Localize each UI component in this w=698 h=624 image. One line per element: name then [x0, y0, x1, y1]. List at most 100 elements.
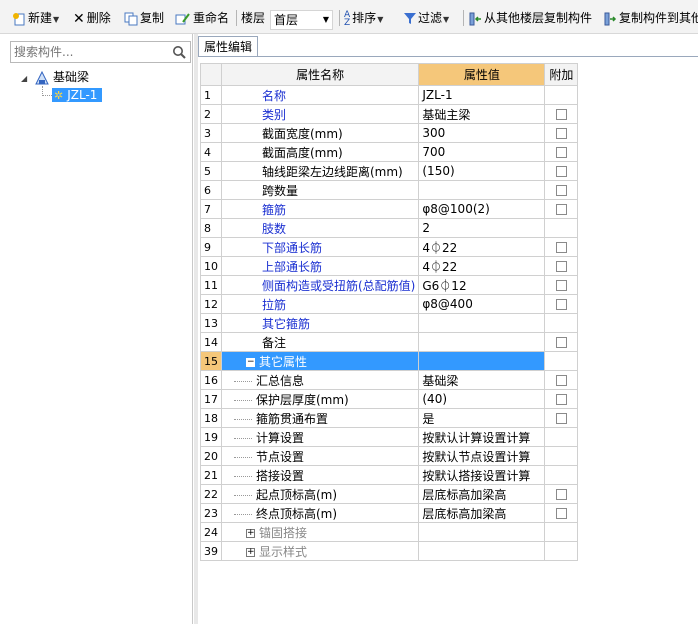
property-row[interactable]: 9 下部通长筋 4⏀22: [200, 237, 579, 257]
property-row[interactable]: 6 跨数量: [200, 180, 579, 200]
extra-checkbox[interactable]: [555, 204, 567, 215]
property-name-cell[interactable]: 类别: [220, 104, 420, 124]
property-name-cell[interactable]: − 其它属性: [220, 351, 420, 371]
tree-collapse-arrow-icon[interactable]: ◢: [21, 74, 27, 83]
property-value-cell[interactable]: [418, 522, 546, 542]
property-name-cell[interactable]: 侧面构造或受扭筋(总配筋值): [220, 275, 420, 295]
search-input[interactable]: [11, 42, 169, 62]
property-name-cell[interactable]: 截面宽度(mm): [220, 123, 420, 143]
property-value-cell[interactable]: 按默认计算设置计算: [418, 427, 546, 447]
property-name-cell[interactable]: 上部通长筋: [220, 256, 420, 276]
property-name-cell[interactable]: + 显示样式: [220, 541, 420, 561]
property-row[interactable]: 1 名称 JZL-1: [200, 85, 579, 105]
property-name-cell[interactable]: 起点顶标高(m): [220, 484, 420, 504]
tree-node-selected[interactable]: ✲ JZL-1: [52, 88, 103, 102]
property-name-cell[interactable]: 轴线距梁左边线距离(mm): [220, 161, 420, 181]
property-row[interactable]: 12 拉筋 φ8@400: [200, 294, 579, 314]
property-row[interactable]: 13 其它箍筋: [200, 313, 579, 333]
property-value-cell[interactable]: [418, 351, 546, 371]
property-row[interactable]: 8 肢数 2: [200, 218, 579, 238]
expand-icon[interactable]: +: [246, 547, 255, 557]
property-value-cell[interactable]: 层底标高加梁高: [418, 484, 546, 504]
copy-from-floor-button[interactable]: 从其他楼层复制构件: [468, 9, 592, 27]
property-value-cell[interactable]: 4⏀22: [418, 237, 546, 257]
extra-checkbox[interactable]: [555, 147, 567, 158]
property-row[interactable]: 2 类别 基础主梁: [200, 104, 579, 124]
extra-checkbox[interactable]: [555, 489, 567, 500]
extra-checkbox[interactable]: [555, 242, 567, 253]
property-value-cell[interactable]: [418, 332, 546, 352]
property-value-cell[interactable]: φ8@400: [418, 294, 546, 314]
extra-checkbox[interactable]: [555, 299, 567, 310]
header-extra[interactable]: 附加: [544, 63, 579, 86]
property-name-cell[interactable]: + 锚固搭接: [220, 522, 420, 542]
property-value-cell[interactable]: 按默认节点设置计算: [418, 446, 546, 466]
property-value-cell[interactable]: JZL-1: [418, 85, 546, 105]
property-name-cell[interactable]: 名称: [220, 85, 420, 105]
copy-button[interactable]: 复制: [124, 9, 164, 27]
property-value-cell[interactable]: [418, 541, 546, 561]
property-value-cell[interactable]: 700: [418, 142, 546, 162]
copy-to-floor-button[interactable]: 复制构件到其他: [603, 9, 698, 27]
property-name-cell[interactable]: 截面高度(mm): [220, 142, 420, 162]
property-name-cell[interactable]: 下部通长筋: [220, 237, 420, 257]
tab-property-edit[interactable]: 属性编辑: [198, 36, 258, 57]
property-row[interactable]: 7 箍筋 φ8@100(2): [200, 199, 579, 219]
header-property-name[interactable]: 属性名称: [220, 63, 420, 86]
property-row[interactable]: 16 汇总信息 基础梁: [200, 370, 579, 390]
property-value-cell[interactable]: 4⏀22: [418, 256, 546, 276]
extra-checkbox[interactable]: [555, 166, 567, 177]
property-name-cell[interactable]: 节点设置: [220, 446, 420, 466]
extra-checkbox[interactable]: [555, 508, 567, 519]
property-row[interactable]: 21 搭接设置 按默认搭接设置计算: [200, 465, 579, 485]
property-value-cell[interactable]: 是: [418, 408, 546, 428]
extra-checkbox[interactable]: [555, 394, 567, 405]
expand-icon[interactable]: +: [246, 528, 255, 538]
property-row[interactable]: 39 + 显示样式: [200, 541, 579, 561]
property-row[interactable]: 18 箍筋贯通布置 是: [200, 408, 579, 428]
extra-checkbox[interactable]: [555, 337, 567, 348]
property-value-cell[interactable]: [418, 180, 546, 200]
property-row[interactable]: 14 备注: [200, 332, 579, 352]
property-value-cell[interactable]: G6⏀12: [418, 275, 546, 295]
property-name-cell[interactable]: 箍筋: [220, 199, 420, 219]
header-property-value[interactable]: 属性值: [418, 63, 546, 86]
property-name-cell[interactable]: 跨数量: [220, 180, 420, 200]
property-name-cell[interactable]: 肢数: [220, 218, 420, 238]
property-row[interactable]: 17 保护层厚度(mm) (40): [200, 389, 579, 409]
search-icon[interactable]: [172, 45, 186, 59]
property-name-cell[interactable]: 计算设置: [220, 427, 420, 447]
extra-checkbox[interactable]: [555, 280, 567, 291]
property-row[interactable]: 4 截面高度(mm) 700: [200, 142, 579, 162]
property-value-cell[interactable]: (40): [418, 389, 546, 409]
extra-checkbox[interactable]: [555, 109, 567, 120]
extra-checkbox[interactable]: [555, 261, 567, 272]
property-row[interactable]: 22 起点顶标高(m) 层底标高加梁高: [200, 484, 579, 504]
property-name-cell[interactable]: 箍筋贯通布置: [220, 408, 420, 428]
property-value-cell[interactable]: 按默认搭接设置计算: [418, 465, 546, 485]
rename-button[interactable]: 重命名: [175, 9, 229, 27]
filter-button[interactable]: 过滤▼: [404, 9, 449, 27]
property-row[interactable]: 19 计算设置 按默认计算设置计算: [200, 427, 579, 447]
sort-button[interactable]: A Z 排序▼: [344, 9, 383, 27]
extra-checkbox[interactable]: [555, 375, 567, 386]
collapse-icon[interactable]: −: [246, 357, 255, 367]
property-name-cell[interactable]: 备注: [220, 332, 420, 352]
extra-checkbox[interactable]: [555, 185, 567, 196]
property-name-cell[interactable]: 搭接设置: [220, 465, 420, 485]
extra-checkbox[interactable]: [555, 128, 567, 139]
property-value-cell[interactable]: 层底标高加梁高: [418, 503, 546, 523]
property-name-cell[interactable]: 拉筋: [220, 294, 420, 314]
property-row[interactable]: 10 上部通长筋 4⏀22: [200, 256, 579, 276]
property-value-cell[interactable]: (150): [418, 161, 546, 181]
property-name-cell[interactable]: 保护层厚度(mm): [220, 389, 420, 409]
delete-button[interactable]: ✕ 删除: [73, 9, 111, 27]
property-row[interactable]: 20 节点设置 按默认节点设置计算: [200, 446, 579, 466]
property-name-cell[interactable]: 终点顶标高(m): [220, 503, 420, 523]
property-value-cell[interactable]: [418, 313, 546, 333]
property-row[interactable]: 23 终点顶标高(m) 层底标高加梁高: [200, 503, 579, 523]
property-row[interactable]: 11 侧面构造或受扭筋(总配筋值) G6⏀12: [200, 275, 579, 295]
property-row[interactable]: 3 截面宽度(mm) 300: [200, 123, 579, 143]
property-row[interactable]: 15− 其它属性: [200, 351, 579, 371]
property-row[interactable]: 5 轴线距梁左边线距离(mm) (150): [200, 161, 579, 181]
